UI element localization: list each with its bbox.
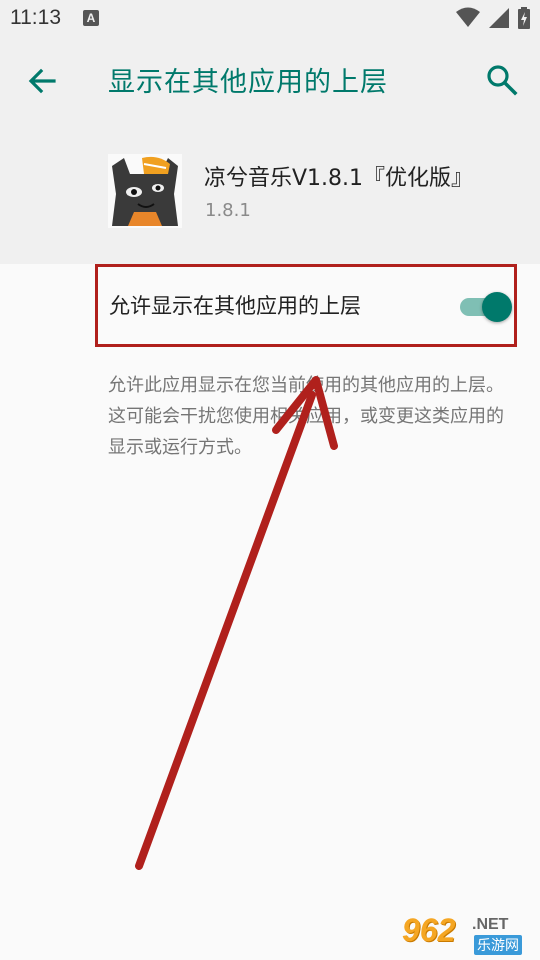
watermark-logo: 962 .NET 乐游网 — [402, 912, 532, 956]
watermark-site: 乐游网 — [474, 935, 522, 955]
watermark-number: 962 — [402, 912, 456, 948]
a-icon: A — [83, 10, 99, 26]
signal-icon — [489, 8, 509, 28]
back-arrow-icon — [28, 68, 56, 94]
back-button[interactable] — [24, 64, 60, 100]
overlay-permission-summary: 允许此应用显示在您当前使用的其他应用的上层。这可能会干扰您使用相关应用，或变更这… — [108, 375, 504, 458]
search-button[interactable] — [484, 62, 520, 98]
app-cat-icon — [108, 154, 182, 228]
app-header: 凉兮音乐V1.8.1『优化版』 1.8.1 — [0, 124, 540, 264]
wifi-icon — [456, 7, 480, 27]
app-version: 1.8.1 — [205, 200, 251, 221]
status-time: 11:13 — [10, 6, 61, 29]
overlay-permission-label: 允许显示在其他应用的上层 — [109, 294, 361, 318]
overlay-permission-toggle[interactable] — [460, 291, 512, 323]
overlay-permission-row[interactable]: 允许显示在其他应用的上层 — [0, 264, 540, 350]
page-title: 显示在其他应用的上层 — [108, 67, 388, 98]
app-name: 凉兮音乐V1.8.1『优化版』 — [204, 166, 474, 191]
watermark-suffix: .NET — [472, 916, 509, 933]
status-icons — [456, 7, 530, 29]
search-icon — [487, 65, 518, 96]
app-bar: 显示在其他应用的上层 — [0, 36, 540, 124]
toggle-thumb — [482, 292, 512, 322]
status-bar: 11:13 A — [0, 0, 540, 36]
battery-icon — [518, 7, 530, 29]
